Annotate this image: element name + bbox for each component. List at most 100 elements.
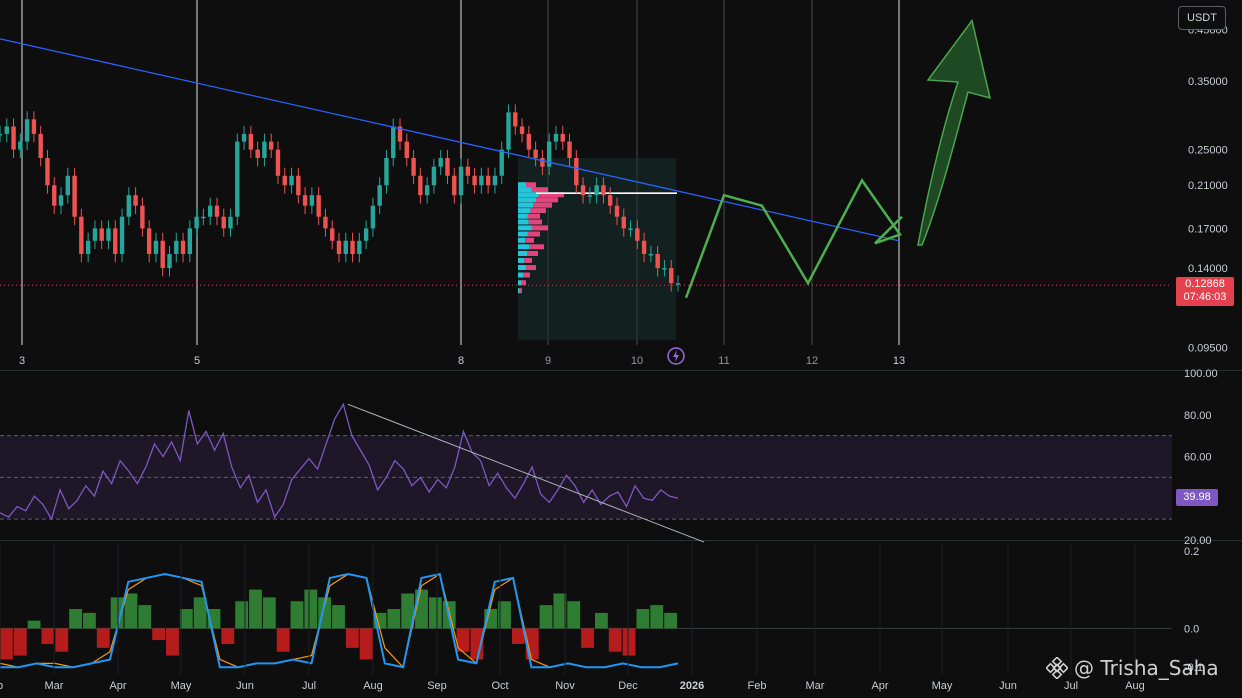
candle-body	[255, 149, 260, 158]
volume-profile-bar	[518, 202, 534, 208]
candle-body	[248, 133, 254, 150]
candle-body	[465, 166, 471, 176]
volume-profile-bar	[527, 213, 540, 219]
volume-profile-bar	[518, 250, 527, 256]
candle-body	[628, 228, 633, 230]
candle-body	[167, 253, 172, 269]
time-tick-label: May	[932, 680, 953, 692]
oscillator-histogram-bar	[262, 597, 276, 629]
oscillator-histogram-bar	[553, 593, 567, 629]
candle-body	[452, 175, 457, 196]
candle-body	[309, 195, 315, 206]
volume-profile-bar	[525, 237, 534, 243]
candle-body	[330, 228, 335, 241]
candle-body	[614, 205, 620, 217]
volume-profile-bar	[531, 225, 548, 231]
candle-body	[506, 112, 511, 150]
volume-profile-bar	[524, 257, 532, 263]
time-tick-label: Feb	[748, 680, 767, 692]
time-tick-label: Oct	[491, 680, 508, 692]
wave-label: 3	[19, 355, 25, 367]
rsi-pane: 100.0080.0060.0020.00	[0, 368, 1218, 547]
candle-body	[587, 195, 593, 197]
currency-selector[interactable]: USDT	[1178, 6, 1226, 30]
volume-profile-bar	[518, 272, 524, 278]
oscillator-histogram-bar	[636, 609, 650, 629]
candle-body	[675, 283, 681, 285]
oscillator-histogram-bar	[290, 601, 304, 629]
oscillator-histogram-bar	[387, 609, 401, 629]
wave-label: 8	[458, 355, 464, 367]
candle-body	[343, 240, 348, 254]
candle-body	[282, 175, 287, 186]
candle-body	[635, 228, 640, 241]
oscillator-histogram-bar	[428, 597, 442, 629]
last-price-value: 0.12868	[1185, 278, 1225, 290]
volume-profile-bar	[526, 182, 536, 188]
volume-profile-bar	[518, 257, 525, 263]
lightning-icon[interactable]	[667, 347, 685, 365]
oscillator-histogram-bar	[179, 609, 193, 629]
volume-profile-bar	[530, 208, 546, 214]
price-tick-label: 0.21000	[1188, 180, 1228, 192]
wave-label: 12	[806, 355, 818, 367]
volume-profile-bar	[528, 219, 542, 225]
wave-labels: 3 5 8 9 10 11 12 13	[19, 355, 905, 367]
candle-body	[140, 205, 145, 229]
projection-path	[684, 18, 992, 299]
volume-profile-bar	[518, 280, 522, 286]
candle-body	[221, 216, 226, 229]
candle-body	[269, 141, 274, 150]
candle-body	[499, 149, 504, 176]
volume-profile-bar	[536, 197, 558, 203]
candle-body	[533, 149, 538, 158]
candle-body	[336, 240, 342, 254]
candle-body	[370, 205, 376, 229]
oscillator-histogram-bar	[594, 612, 608, 629]
oscillator-histogram-bar	[332, 605, 345, 629]
oscillator-histogram-bar	[539, 605, 553, 629]
volume-profile-bar	[518, 197, 536, 203]
oscillator-histogram-bar	[249, 589, 262, 629]
rsi-tick-label: 100.00	[1184, 368, 1218, 380]
candle-body	[472, 175, 477, 186]
volume-profile-bar	[531, 187, 548, 193]
chart-canvas[interactable]: 0.450000.350000.250000.210000.170000.140…	[0, 0, 1242, 698]
candle-body	[187, 228, 193, 254]
volume-profile-bar	[518, 219, 529, 225]
candle-body	[289, 175, 294, 186]
volume-profile-bar	[518, 244, 530, 250]
oscillator-pane: 0.20.0-0.1	[0, 546, 1203, 674]
candle-body	[106, 228, 111, 241]
oscillator-histogram-bar	[581, 628, 594, 648]
volume-profile-bar	[518, 187, 532, 193]
time-tick-label: Nov	[555, 680, 575, 692]
candle-body	[99, 228, 104, 241]
oscillator-histogram-bar	[13, 628, 27, 656]
time-tick-label: Jun	[999, 680, 1017, 692]
candle-body	[72, 175, 77, 217]
candle-body	[641, 240, 647, 254]
binance-logo-icon	[1046, 657, 1068, 679]
candle-body	[235, 141, 240, 217]
time-tick-label: May	[171, 680, 192, 692]
wave-label: 13	[893, 355, 905, 367]
bar-countdown: 07:46:03	[1183, 291, 1227, 303]
candle-body	[404, 141, 409, 158]
candle-body	[38, 133, 43, 158]
oscillator-histogram-bar	[83, 612, 96, 629]
oscillator-histogram-bar	[41, 628, 55, 644]
candle-body	[445, 157, 450, 176]
time-tick-label: Jul	[302, 680, 316, 692]
candle-body	[113, 228, 118, 254]
candle-body	[648, 253, 654, 256]
candle-body	[492, 175, 498, 186]
candle-body	[160, 240, 165, 269]
oscillator-histogram-bar	[511, 628, 525, 644]
oscillator-histogram-bar	[193, 597, 207, 629]
time-tick-label: Jul	[1064, 680, 1078, 692]
volume-profile-bar	[518, 237, 526, 243]
volume-profile-bar	[519, 288, 522, 294]
oscillator-histogram-bar	[664, 612, 677, 629]
price-tick-label: 0.09500	[1188, 342, 1228, 354]
